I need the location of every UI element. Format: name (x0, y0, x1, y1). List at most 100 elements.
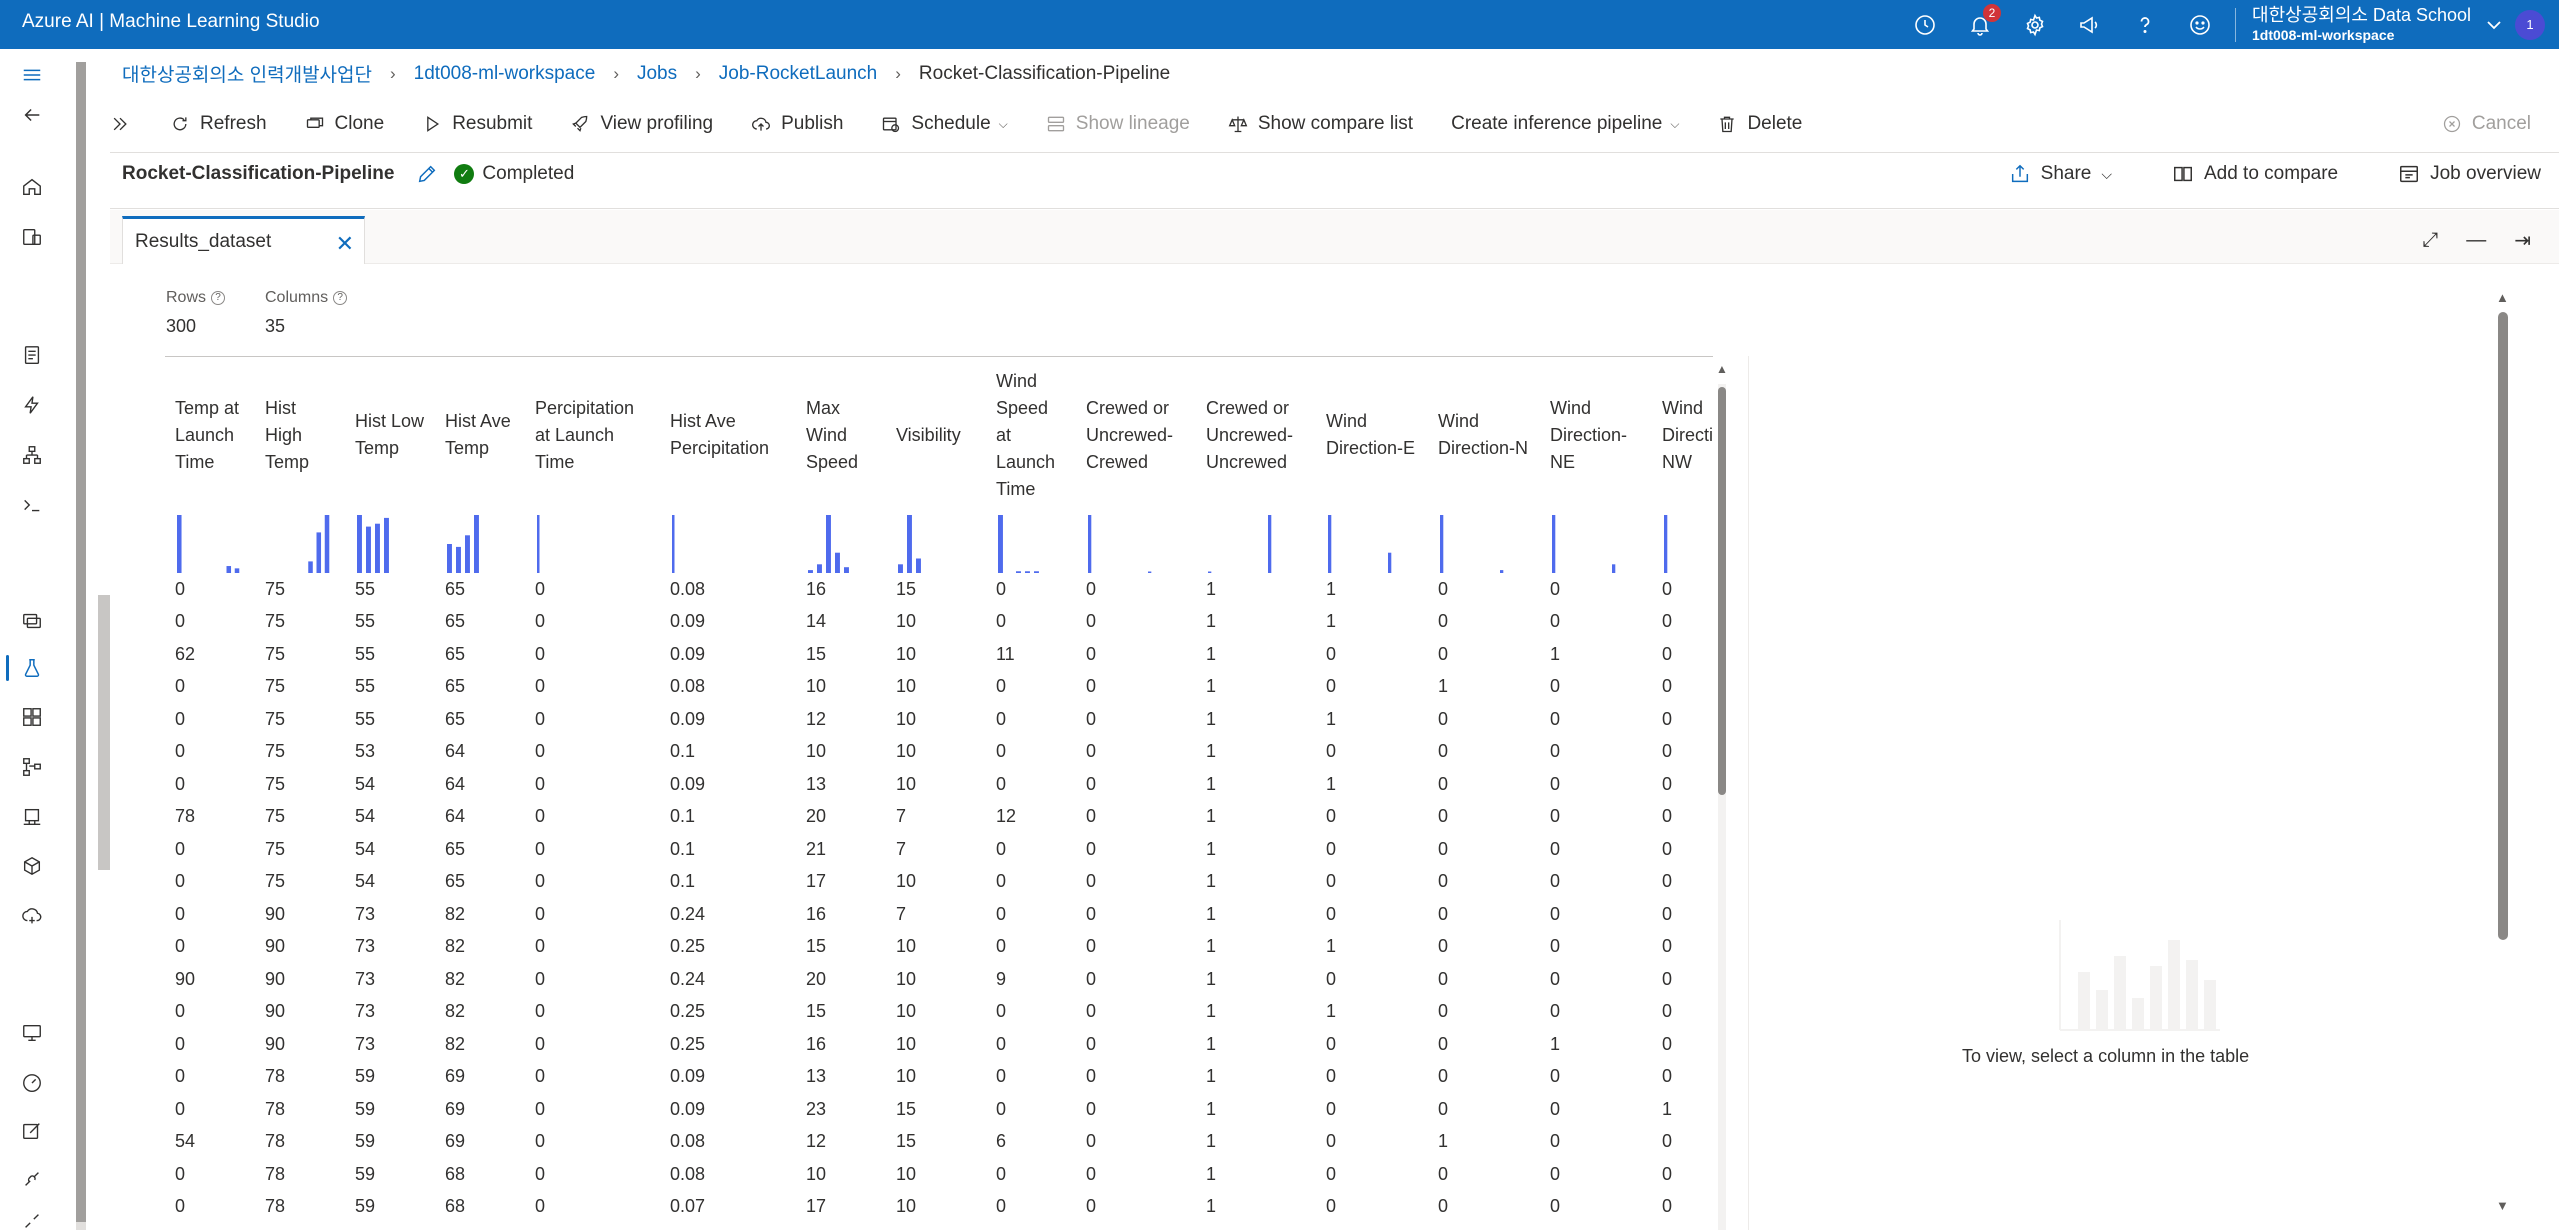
breadcrumb-workspace[interactable]: 1dt008-ml-workspace (414, 63, 596, 85)
column-header[interactable]: Hist Ave Percipitation (660, 357, 796, 513)
close-icon[interactable]: ✕ (336, 231, 354, 257)
nav-scrollbar-thumb[interactable] (76, 62, 86, 1222)
settings-gear-icon[interactable] (2007, 0, 2062, 49)
monitoring-gauge-icon[interactable] (18, 1069, 46, 1097)
column-header[interactable]: Max Wind Speed (796, 357, 886, 513)
nav-scrollbar[interactable] (76, 62, 86, 1230)
column-header[interactable]: Wind Speed at Launch Time (986, 357, 1076, 513)
breadcrumb-org[interactable]: 대한상공회의소 인력개발사업단 (122, 60, 372, 87)
chevron-down-icon[interactable] (2479, 0, 2509, 49)
minimize-icon[interactable]: — (2466, 229, 2486, 252)
models-cube-icon[interactable] (18, 852, 46, 880)
column-histogram[interactable] (796, 513, 886, 573)
tab-results-dataset[interactable]: Results_dataset ✕ (122, 216, 365, 264)
job-overview-button[interactable]: Job overview (2398, 163, 2541, 185)
panel-scrollbar[interactable]: ▲ ▼ (2496, 290, 2510, 1230)
delete-button[interactable]: Delete (1717, 100, 1802, 148)
feedback-smiley-icon[interactable] (2172, 0, 2227, 49)
column-histogram[interactable] (1076, 513, 1196, 573)
dock-panel-icon[interactable]: ⇥ (2514, 228, 2531, 253)
automated-ml-icon[interactable] (18, 391, 46, 419)
expand-icon[interactable]: ⤢ (2422, 229, 2438, 252)
column-header[interactable]: Crewed or Uncrewed-Uncrewed (1196, 357, 1316, 513)
column-header[interactable]: Visibility (886, 357, 986, 513)
notebooks-icon[interactable] (18, 341, 46, 369)
column-histogram[interactable] (886, 513, 986, 573)
help-question-icon[interactable] (2117, 0, 2172, 49)
column-histogram[interactable] (165, 513, 255, 573)
column-header[interactable]: Percipitation at Launch Time (525, 357, 660, 513)
table-scrollbar-thumb[interactable] (1718, 387, 1726, 795)
model-catalog-icon[interactable] (18, 223, 46, 251)
info-icon[interactable]: ? (333, 290, 348, 305)
resubmit-button[interactable]: Resubmit (422, 100, 532, 148)
clone-button[interactable]: Clone (305, 100, 384, 148)
column-histogram[interactable] (1196, 513, 1316, 573)
scroll-up-icon[interactable]: ▲ (2496, 290, 2509, 305)
cancel-button[interactable]: Cancel (2442, 100, 2531, 148)
column-histogram[interactable] (986, 513, 1076, 573)
scroll-down-icon[interactable]: ▼ (2496, 1198, 2509, 1213)
column-histogram[interactable] (435, 513, 525, 573)
edit-pencil-icon[interactable] (416, 163, 438, 185)
jobs-flask-icon[interactable] (18, 654, 46, 682)
share-button[interactable]: Share ⌵ (2009, 163, 2112, 185)
panel-scrollbar-thumb[interactable] (2498, 312, 2508, 940)
pipelines-icon[interactable] (18, 753, 46, 781)
column-histogram[interactable] (255, 513, 345, 573)
column-histogram[interactable] (1428, 513, 1540, 573)
column-histogram[interactable] (345, 513, 435, 573)
home-icon[interactable] (18, 173, 46, 201)
column-histogram[interactable] (1540, 513, 1652, 573)
column-histogram[interactable] (1316, 513, 1428, 573)
avatar[interactable]: 1 (2515, 9, 2545, 40)
table-cell: 75 (265, 676, 286, 697)
column-histogram[interactable] (525, 513, 660, 573)
table-cell: 0 (1662, 968, 1673, 989)
create-inference-pipeline-button[interactable]: Create inference pipeline ⌵ (1451, 100, 1679, 148)
column-histogram[interactable] (660, 513, 796, 573)
column-header[interactable]: Temp at Launch Time (165, 357, 255, 513)
column-header[interactable]: Wind Direction-NW (1652, 357, 1713, 513)
designer-icon[interactable] (18, 441, 46, 469)
recent-history-icon[interactable] (1897, 0, 1952, 49)
account-switcher[interactable]: 대한상공회의소 Data School 1dt008-ml-workspace (2244, 5, 2479, 43)
info-icon[interactable]: ? (211, 290, 226, 305)
table-cell: 0.24 (670, 903, 706, 924)
compute-icon[interactable] (18, 1019, 46, 1047)
column-header[interactable]: Crewed or Uncrewed-Crewed (1076, 357, 1196, 513)
scroll-up-icon[interactable]: ▲ (1716, 362, 1728, 376)
table-scrollbar[interactable]: ▲ (1716, 362, 1728, 1230)
components-icon[interactable] (18, 703, 46, 731)
column-header[interactable]: Wind Direction-E (1316, 357, 1428, 513)
endpoints-icon[interactable] (18, 902, 46, 930)
data-labeling-icon[interactable] (18, 1117, 46, 1145)
app-title[interactable]: Azure AI | Machine Learning Studio (22, 11, 320, 33)
prompt-flow-terminal-icon[interactable] (18, 491, 46, 519)
environments-icon[interactable] (18, 803, 46, 831)
column-header[interactable]: Wind Direction-N (1428, 357, 1540, 513)
notifications-icon[interactable]: 2 (1952, 0, 2007, 49)
refresh-button[interactable]: Refresh (170, 100, 267, 148)
back-arrow-icon[interactable] (18, 101, 46, 129)
view-profiling-button[interactable]: View profiling (570, 100, 713, 148)
nav-more-icon[interactable] (18, 1207, 46, 1230)
column-header[interactable]: Hist High Temp (255, 357, 345, 513)
breadcrumb-jobs[interactable]: Jobs (637, 63, 677, 85)
hamburger-menu-icon[interactable] (18, 61, 46, 89)
publish-button[interactable]: Publish (751, 100, 843, 148)
table-cell: 0 (1662, 806, 1673, 827)
add-to-compare-button[interactable]: Add to compare (2172, 163, 2338, 185)
column-histogram[interactable] (1652, 513, 1713, 573)
announcement-megaphone-icon[interactable] (2062, 0, 2117, 49)
data-icon[interactable] (18, 607, 46, 635)
show-lineage-button[interactable]: Show lineage (1046, 100, 1190, 148)
breadcrumb-job[interactable]: Job-RocketLaunch (719, 63, 877, 85)
show-compare-list-button[interactable]: Show compare list (1228, 100, 1413, 148)
column-header[interactable]: Hist Ave Temp (435, 357, 525, 513)
column-header[interactable]: Wind Direction-NE (1540, 357, 1652, 513)
linked-services-icon[interactable] (18, 1165, 46, 1193)
expand-panel-button[interactable] (110, 100, 150, 148)
schedule-button[interactable]: Schedule ⌵ (881, 100, 1008, 148)
column-header[interactable]: Hist Low Temp (345, 357, 435, 513)
